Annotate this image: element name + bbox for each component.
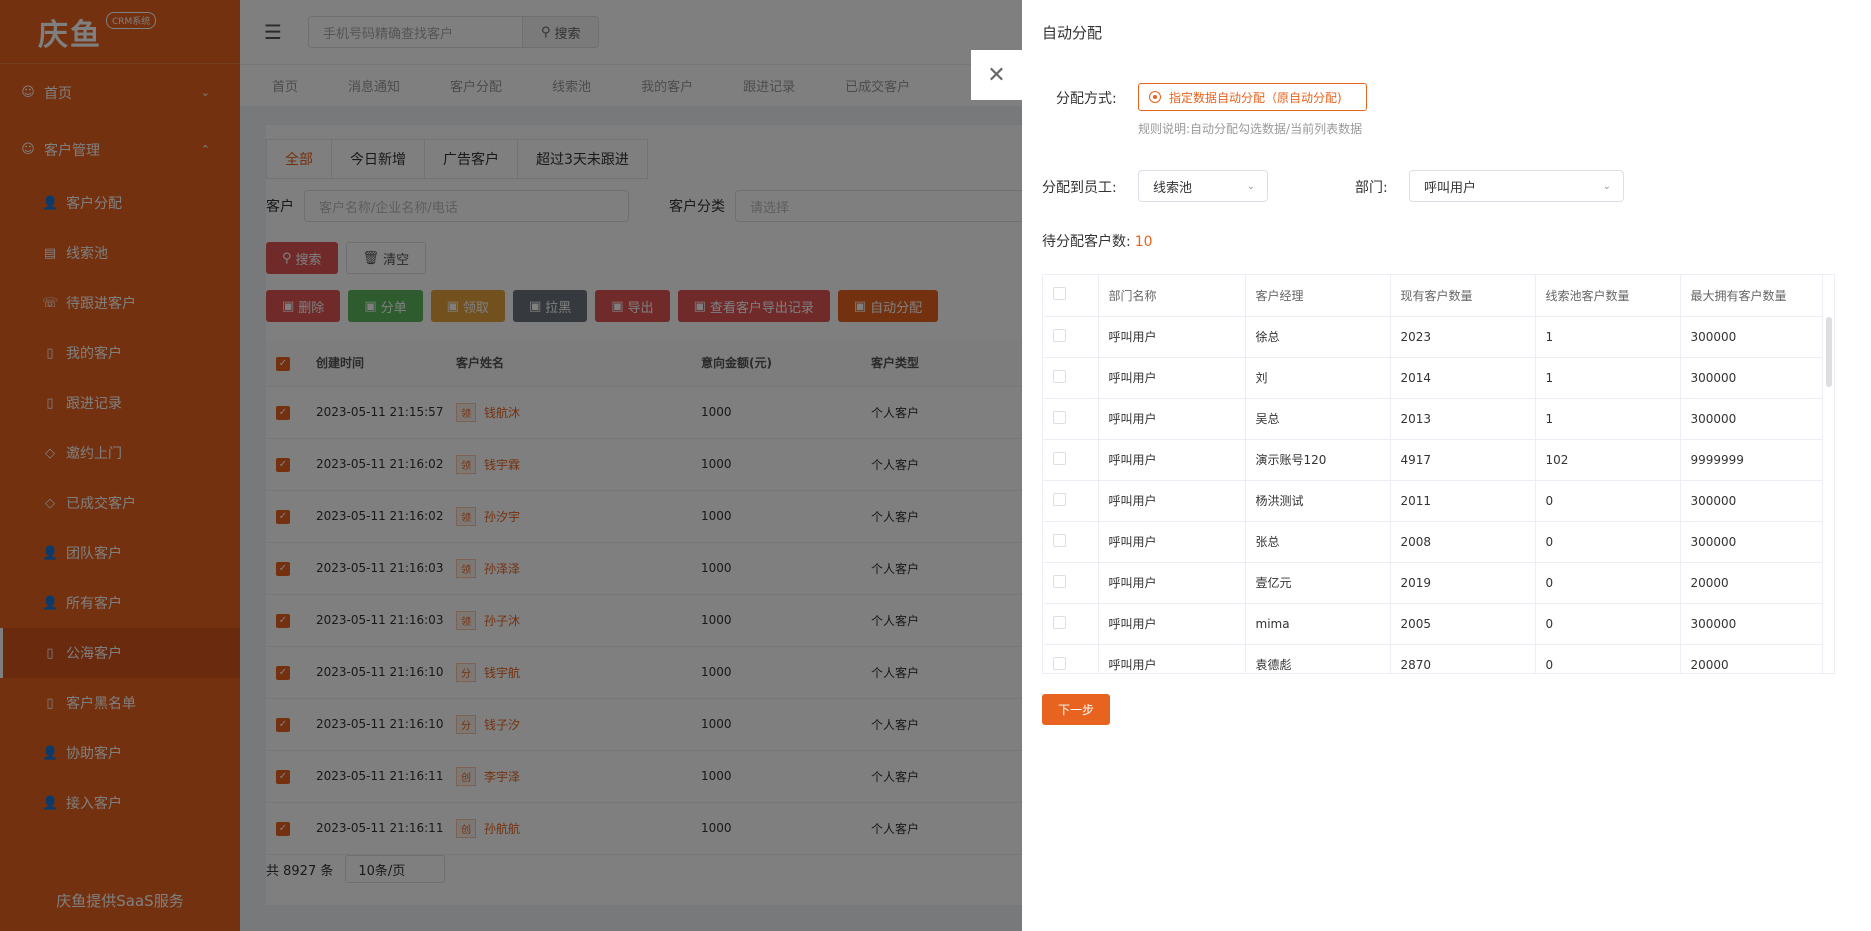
current-count: 2014 [1390,357,1536,399]
drawer-close-button[interactable]: ✕ [971,50,1022,100]
table-row[interactable]: 呼叫用户 徐总 2023 1 300000 [1043,316,1823,358]
department-select[interactable]: 呼叫用户 ⌄ [1409,170,1624,202]
dept-name: 呼叫用户 [1098,480,1246,522]
row-checkbox[interactable] [1043,562,1099,604]
row-checkbox[interactable] [1043,521,1099,563]
pool-count: 102 [1535,439,1681,481]
current-count: 2870 [1390,644,1536,673]
current-count: 2023 [1390,316,1536,358]
pending-customers: 待分配客户数: 10 [1042,231,1153,251]
department-value: 呼叫用户 [1424,180,1477,196]
max-count: 300000 [1680,398,1823,440]
current-count: 2011 [1390,480,1536,522]
close-icon: ✕ [987,62,1006,88]
col-max-count: 最大拥有客户数量 [1680,275,1823,317]
pool-count: 0 [1535,562,1681,604]
dept-name: 呼叫用户 [1098,439,1246,481]
table-row[interactable]: 呼叫用户 刘 2014 1 300000 [1043,357,1823,399]
assign-employee-select[interactable]: 线索池 ⌄ [1138,170,1268,202]
pool-count: 1 [1535,357,1681,399]
assign-employee-value: 线索池 [1153,180,1193,196]
pool-count: 1 [1535,398,1681,440]
auto-assign-drawer: 自动分配 分配方式: 指定数据自动分配（原自动分配) 规则说明:自动分配勾选数据… [1022,0,1871,931]
max-count: 300000 [1680,480,1823,522]
rule-description: 规则说明:自动分配勾选数据/当前列表数据 [1138,122,1363,136]
table-row[interactable]: 呼叫用户 吴总 2013 1 300000 [1043,398,1823,440]
employee-table: 部门名称 客户经理 现有客户数量 线索池客户数量 最大拥有客户数量 呼叫用户 徐… [1043,275,1823,673]
dept-name: 呼叫用户 [1098,357,1246,399]
row-checkbox[interactable] [1043,439,1099,481]
table-row[interactable]: 呼叫用户 演示账号120 4917 102 9999999 [1043,439,1823,481]
employee-table-wrapper: 部门名称 客户经理 现有客户数量 线索池客户数量 最大拥有客户数量 呼叫用户 徐… [1042,274,1835,674]
table-row[interactable]: 呼叫用户 壹亿元 2019 0 20000 [1043,562,1823,604]
chevron-down-icon: ⌄ [1246,180,1255,192]
col-manager: 客户经理 [1245,275,1391,317]
dept-name: 呼叫用户 [1098,603,1246,645]
table-row[interactable]: 呼叫用户 杨洪测试 2011 0 300000 [1043,480,1823,522]
current-count: 4917 [1390,439,1536,481]
pool-count: 0 [1535,521,1681,563]
current-count: 2019 [1390,562,1536,604]
pool-count: 0 [1535,603,1681,645]
table-row[interactable]: 呼叫用户 袁德彪 2870 0 20000 [1043,644,1823,673]
table-scrollbar[interactable] [1826,317,1832,387]
manager-name: 张总 [1245,521,1391,563]
dept-name: 呼叫用户 [1098,644,1246,673]
next-step-button[interactable]: 下一步 [1042,694,1110,725]
row-checkbox[interactable] [1043,316,1099,358]
chevron-down-icon: ⌄ [1602,180,1611,192]
radio-selected-icon [1149,91,1161,103]
col-pool-count: 线索池客户数量 [1535,275,1681,317]
col-current-count: 现有客户数量 [1390,275,1536,317]
current-count: 2013 [1390,398,1536,440]
current-count: 2005 [1390,603,1536,645]
assign-mode-radio[interactable]: 指定数据自动分配（原自动分配) [1138,83,1367,111]
max-count: 300000 [1680,316,1823,358]
max-count: 9999999 [1680,439,1823,481]
row-checkbox[interactable] [1043,603,1099,645]
manager-name: 袁德彪 [1245,644,1391,673]
manager-name: 吴总 [1245,398,1391,440]
assign-mode-label: 分配方式: [1056,91,1117,107]
manager-name: mima [1245,603,1391,645]
max-count: 20000 [1680,644,1823,673]
pool-count: 0 [1535,644,1681,673]
manager-name: 演示账号120 [1245,439,1391,481]
employee-table-header: 部门名称 客户经理 现有客户数量 线索池客户数量 最大拥有客户数量 [1043,275,1823,317]
manager-name: 杨洪测试 [1245,480,1391,522]
table-row[interactable]: 呼叫用户 张总 2008 0 300000 [1043,521,1823,563]
pending-label: 待分配客户数: [1042,234,1131,250]
row-checkbox[interactable] [1043,644,1099,673]
select-all-checkbox[interactable] [1043,275,1099,317]
max-count: 300000 [1680,603,1823,645]
assign-mode-option: 指定数据自动分配（原自动分配) [1169,90,1342,105]
row-checkbox[interactable] [1043,398,1099,440]
department-label: 部门: [1355,180,1388,196]
pool-count: 1 [1535,316,1681,358]
current-count: 2008 [1390,521,1536,563]
pool-count: 0 [1535,480,1681,522]
pending-count: 10 [1134,234,1153,250]
dept-name: 呼叫用户 [1098,316,1246,358]
col-dept-name: 部门名称 [1098,275,1246,317]
manager-name: 刘 [1245,357,1391,399]
manager-name: 徐总 [1245,316,1391,358]
row-checkbox[interactable] [1043,480,1099,522]
dept-name: 呼叫用户 [1098,521,1246,563]
max-count: 20000 [1680,562,1823,604]
assign-employee-label: 分配到员工: [1042,180,1117,196]
drawer-title: 自动分配 [1042,24,1103,42]
dept-name: 呼叫用户 [1098,562,1246,604]
row-checkbox[interactable] [1043,357,1099,399]
max-count: 300000 [1680,521,1823,563]
dept-name: 呼叫用户 [1098,398,1246,440]
max-count: 300000 [1680,357,1823,399]
manager-name: 壹亿元 [1245,562,1391,604]
table-row[interactable]: 呼叫用户 mima 2005 0 300000 [1043,603,1823,645]
